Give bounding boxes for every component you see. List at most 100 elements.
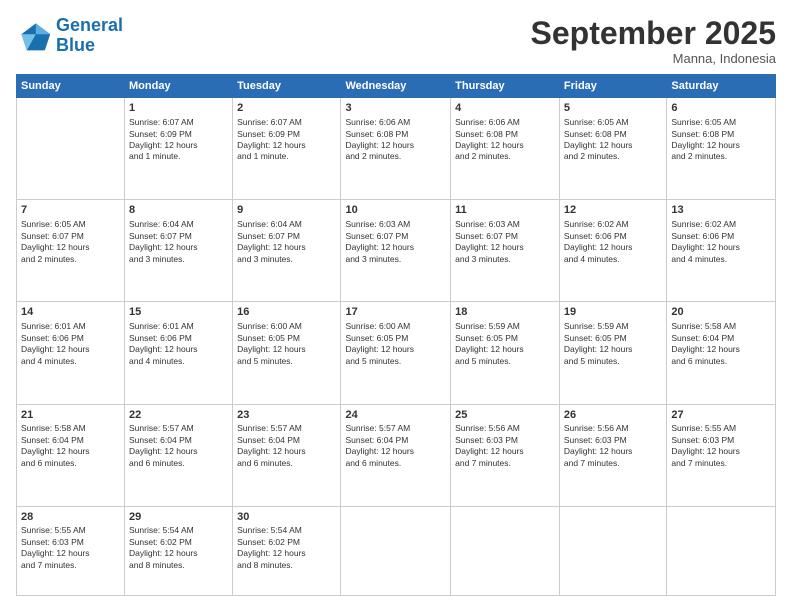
day-number: 28 [21,510,120,525]
calendar-cell [451,506,560,595]
day-info: Sunrise: 6:05 AM Sunset: 6:07 PM Dayligh… [21,219,120,265]
day-info: Sunrise: 6:06 AM Sunset: 6:08 PM Dayligh… [455,117,555,163]
day-info: Sunrise: 5:57 AM Sunset: 6:04 PM Dayligh… [237,423,336,469]
day-info: Sunrise: 5:55 AM Sunset: 6:03 PM Dayligh… [671,423,771,469]
weekday-saturday: Saturday [667,75,776,98]
calendar-cell: 15Sunrise: 6:01 AM Sunset: 6:06 PM Dayli… [125,302,233,404]
calendar-cell: 2Sunrise: 6:07 AM Sunset: 6:09 PM Daylig… [233,98,341,200]
calendar-cell: 13Sunrise: 6:02 AM Sunset: 6:06 PM Dayli… [667,200,776,302]
calendar-cell: 22Sunrise: 5:57 AM Sunset: 6:04 PM Dayli… [125,404,233,506]
day-number: 18 [455,305,555,320]
logo-icon [16,18,52,54]
day-number: 23 [237,408,336,423]
day-number: 21 [21,408,120,423]
day-info: Sunrise: 5:56 AM Sunset: 6:03 PM Dayligh… [564,423,662,469]
calendar-cell: 17Sunrise: 6:00 AM Sunset: 6:05 PM Dayli… [341,302,451,404]
calendar-cell: 24Sunrise: 5:57 AM Sunset: 6:04 PM Dayli… [341,404,451,506]
day-info: Sunrise: 5:54 AM Sunset: 6:02 PM Dayligh… [129,525,228,571]
weekday-sunday: Sunday [17,75,125,98]
day-info: Sunrise: 5:57 AM Sunset: 6:04 PM Dayligh… [345,423,446,469]
calendar-cell: 10Sunrise: 6:03 AM Sunset: 6:07 PM Dayli… [341,200,451,302]
calendar-table: Sunday Monday Tuesday Wednesday Thursday… [16,74,776,596]
calendar-cell: 26Sunrise: 5:56 AM Sunset: 6:03 PM Dayli… [559,404,666,506]
calendar-cell: 1Sunrise: 6:07 AM Sunset: 6:09 PM Daylig… [125,98,233,200]
day-number: 26 [564,408,662,423]
day-number: 5 [564,101,662,116]
day-info: Sunrise: 6:05 AM Sunset: 6:08 PM Dayligh… [671,117,771,163]
calendar-cell: 8Sunrise: 6:04 AM Sunset: 6:07 PM Daylig… [125,200,233,302]
day-number: 2 [237,101,336,116]
day-info: Sunrise: 6:02 AM Sunset: 6:06 PM Dayligh… [671,219,771,265]
calendar-week-1: 7Sunrise: 6:05 AM Sunset: 6:07 PM Daylig… [17,200,776,302]
calendar-cell: 16Sunrise: 6:00 AM Sunset: 6:05 PM Dayli… [233,302,341,404]
calendar-cell: 27Sunrise: 5:55 AM Sunset: 6:03 PM Dayli… [667,404,776,506]
day-number: 1 [129,101,228,116]
day-number: 9 [237,203,336,218]
day-number: 7 [21,203,120,218]
day-info: Sunrise: 5:58 AM Sunset: 6:04 PM Dayligh… [671,321,771,367]
month-title: September 2025 [531,16,776,51]
day-info: Sunrise: 6:02 AM Sunset: 6:06 PM Dayligh… [564,219,662,265]
day-info: Sunrise: 6:06 AM Sunset: 6:08 PM Dayligh… [345,117,446,163]
day-info: Sunrise: 6:00 AM Sunset: 6:05 PM Dayligh… [237,321,336,367]
day-info: Sunrise: 6:01 AM Sunset: 6:06 PM Dayligh… [129,321,228,367]
calendar-cell: 5Sunrise: 6:05 AM Sunset: 6:08 PM Daylig… [559,98,666,200]
calendar-cell [17,98,125,200]
day-number: 25 [455,408,555,423]
calendar-cell: 14Sunrise: 6:01 AM Sunset: 6:06 PM Dayli… [17,302,125,404]
day-number: 19 [564,305,662,320]
day-number: 10 [345,203,446,218]
calendar-cell: 4Sunrise: 6:06 AM Sunset: 6:08 PM Daylig… [451,98,560,200]
day-number: 13 [671,203,771,218]
logo-text: General Blue [56,16,123,56]
day-info: Sunrise: 5:59 AM Sunset: 6:05 PM Dayligh… [564,321,662,367]
calendar-week-3: 21Sunrise: 5:58 AM Sunset: 6:04 PM Dayli… [17,404,776,506]
calendar-cell: 20Sunrise: 5:58 AM Sunset: 6:04 PM Dayli… [667,302,776,404]
day-number: 22 [129,408,228,423]
day-info: Sunrise: 5:56 AM Sunset: 6:03 PM Dayligh… [455,423,555,469]
day-info: Sunrise: 6:05 AM Sunset: 6:08 PM Dayligh… [564,117,662,163]
day-info: Sunrise: 5:55 AM Sunset: 6:03 PM Dayligh… [21,525,120,571]
day-number: 15 [129,305,228,320]
calendar-cell: 12Sunrise: 6:02 AM Sunset: 6:06 PM Dayli… [559,200,666,302]
day-number: 14 [21,305,120,320]
day-info: Sunrise: 5:57 AM Sunset: 6:04 PM Dayligh… [129,423,228,469]
calendar-cell: 11Sunrise: 6:03 AM Sunset: 6:07 PM Dayli… [451,200,560,302]
day-info: Sunrise: 6:03 AM Sunset: 6:07 PM Dayligh… [345,219,446,265]
weekday-monday: Monday [125,75,233,98]
day-number: 20 [671,305,771,320]
day-number: 17 [345,305,446,320]
day-info: Sunrise: 6:03 AM Sunset: 6:07 PM Dayligh… [455,219,555,265]
calendar-cell: 21Sunrise: 5:58 AM Sunset: 6:04 PM Dayli… [17,404,125,506]
page: General Blue September 2025 Manna, Indon… [0,0,792,612]
day-number: 24 [345,408,446,423]
day-info: Sunrise: 6:07 AM Sunset: 6:09 PM Dayligh… [129,117,228,163]
weekday-row: Sunday Monday Tuesday Wednesday Thursday… [17,75,776,98]
day-info: Sunrise: 5:58 AM Sunset: 6:04 PM Dayligh… [21,423,120,469]
day-number: 6 [671,101,771,116]
calendar-week-2: 14 Sunrise: 6:01 AM Sunset: 6:06 PM Dayli… [17,302,776,404]
day-number: 16 [237,305,336,320]
day-number: 4 [455,101,555,116]
calendar-cell: 19Sunrise: 5:59 AM Sunset: 6:05 PM Dayli… [559,302,666,404]
calendar-cell: 9Sunrise: 6:04 AM Sunset: 6:07 PM Daylig… [233,200,341,302]
day-number: 29 [129,510,228,525]
day-info: Sunrise: 5:54 AM Sunset: 6:02 PM Dayligh… [237,525,336,571]
day-number: 8 [129,203,228,218]
day-info: Sunrise: 5:59 AM Sunset: 6:05 PM Dayligh… [455,321,555,367]
calendar-cell: 3Sunrise: 6:06 AM Sunset: 6:08 PM Daylig… [341,98,451,200]
day-info: Sunrise: 6:07 AM Sunset: 6:09 PM Dayligh… [237,117,336,163]
day-number: 11 [455,203,555,218]
calendar-cell: 28Sunrise: 5:55 AM Sunset: 6:03 PM Dayli… [17,506,125,595]
weekday-wednesday: Wednesday [341,75,451,98]
day-info: Sunrise: 6:04 AM Sunset: 6:07 PM Dayligh… [129,219,228,265]
day-number: 30 [237,510,336,525]
day-number: 3 [345,101,446,116]
calendar-cell: 23Sunrise: 5:57 AM Sunset: 6:04 PM Dayli… [233,404,341,506]
calendar-cell: 25Sunrise: 5:56 AM Sunset: 6:03 PM Dayli… [451,404,560,506]
header: General Blue September 2025 Manna, Indon… [16,16,776,66]
calendar-cell [341,506,451,595]
logo: General Blue [16,16,123,56]
calendar-week-0: 1Sunrise: 6:07 AM Sunset: 6:09 PM Daylig… [17,98,776,200]
calendar-body: 1Sunrise: 6:07 AM Sunset: 6:09 PM Daylig… [17,98,776,596]
